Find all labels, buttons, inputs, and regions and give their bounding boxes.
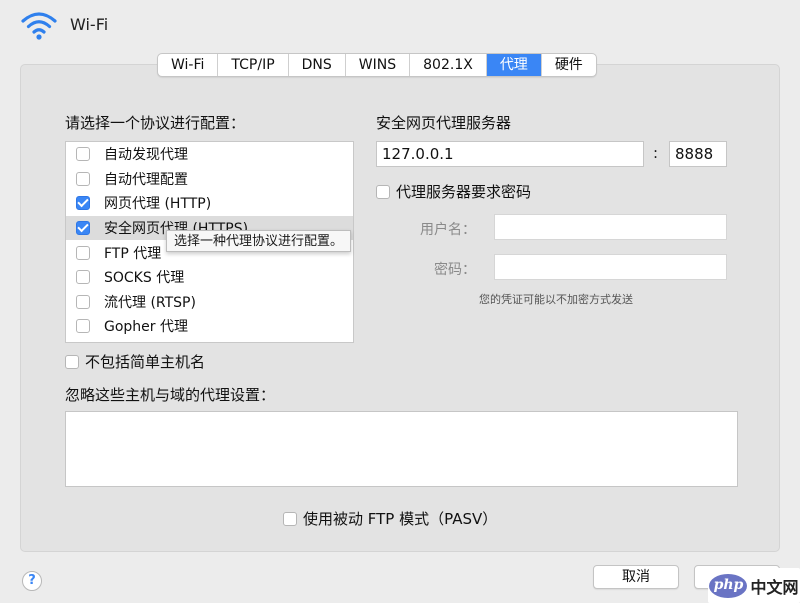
protocol-label: FTP 代理 [104, 245, 162, 262]
tooltip: 选择一种代理协议进行配置。 [166, 230, 352, 252]
require-password-label: 代理服务器要求密码 [396, 183, 532, 201]
watermark-brand: php [709, 573, 748, 598]
tab-wins[interactable]: WINS [346, 54, 411, 76]
passive-ftp-label: 使用被动 FTP 模式（PASV） [303, 510, 498, 528]
checkbox[interactable] [76, 147, 90, 162]
php-watermark-logo: php 中文网 [708, 568, 800, 603]
checkbox[interactable] [76, 270, 90, 285]
exclude-simple-label: 不包括简单主机名 [85, 353, 206, 371]
checkbox[interactable] [76, 221, 90, 236]
checkbox[interactable] [376, 184, 390, 199]
protocol-label: 自动代理配置 [104, 171, 188, 188]
protocol-item-auto-discovery[interactable]: 自动发现代理 [66, 142, 353, 167]
checkbox[interactable] [76, 171, 90, 186]
protocol-label: 网页代理 (HTTP) [104, 196, 212, 213]
window-title: Wi-Fi [70, 15, 109, 34]
checkbox[interactable] [65, 354, 79, 369]
protocol-item-gopher[interactable]: Gopher 代理 [66, 314, 353, 339]
username-label: 用户名： [420, 222, 476, 238]
tab-tcpip[interactable]: TCP/IP [218, 54, 289, 76]
tab-proxy[interactable]: 代理 [486, 54, 542, 76]
protocol-item-auto-config[interactable]: 自动代理配置 [66, 167, 353, 192]
protocol-label: SOCKS 代理 [104, 270, 185, 287]
server-heading: 安全网页代理服务器 [376, 114, 512, 132]
checkbox[interactable] [76, 319, 90, 334]
proxy-port-input[interactable]: 8888 [669, 141, 727, 167]
help-button[interactable]: ? [22, 571, 42, 591]
tab-bar: Wi-Fi TCP/IP DNS WINS 802.1X 代理 硬件 [157, 53, 597, 77]
tab-8021x[interactable]: 802.1X [410, 54, 487, 76]
bypass-heading: 忽略这些主机与域的代理设置： [65, 386, 276, 404]
tab-wifi[interactable]: Wi-Fi [158, 54, 219, 76]
tab-dns[interactable]: DNS [289, 54, 346, 76]
cancel-button[interactable]: 取消 [593, 565, 679, 589]
protocol-label: 自动发现代理 [104, 147, 188, 164]
proxy-host-input[interactable]: 127.0.0.1 [376, 141, 644, 167]
watermark-suffix: 中文网 [750, 577, 799, 597]
protocol-item-http[interactable]: 网页代理 (HTTP) [66, 191, 353, 216]
exclude-simple-hostnames[interactable]: 不包括简单主机名 [65, 351, 205, 372]
tab-hardware[interactable]: 硬件 [542, 54, 596, 76]
wifi-icon [21, 12, 57, 40]
username-input[interactable] [494, 214, 727, 240]
protocol-item-socks[interactable]: SOCKS 代理 [66, 265, 353, 290]
checkbox[interactable] [76, 294, 90, 309]
protocol-label: Gopher 代理 [104, 319, 188, 336]
port-separator: : [653, 144, 659, 162]
require-password[interactable]: 代理服务器要求密码 [376, 181, 531, 202]
passive-ftp[interactable]: 使用被动 FTP 模式（PASV） [283, 508, 497, 529]
password-label: 密码： [434, 262, 476, 278]
protocol-item-rtsp[interactable]: 流代理 (RTSP) [66, 290, 353, 315]
credentials-note: 您的凭证可能以不加密方式发送 [479, 293, 633, 306]
password-input[interactable] [494, 254, 727, 280]
protocol-heading: 请选择一个协议进行配置： [65, 114, 246, 132]
checkbox[interactable] [76, 245, 90, 260]
checkbox[interactable] [283, 511, 297, 526]
bypass-textarea[interactable] [65, 411, 738, 487]
protocol-label: 流代理 (RTSP) [104, 294, 196, 311]
checkbox[interactable] [76, 196, 90, 211]
